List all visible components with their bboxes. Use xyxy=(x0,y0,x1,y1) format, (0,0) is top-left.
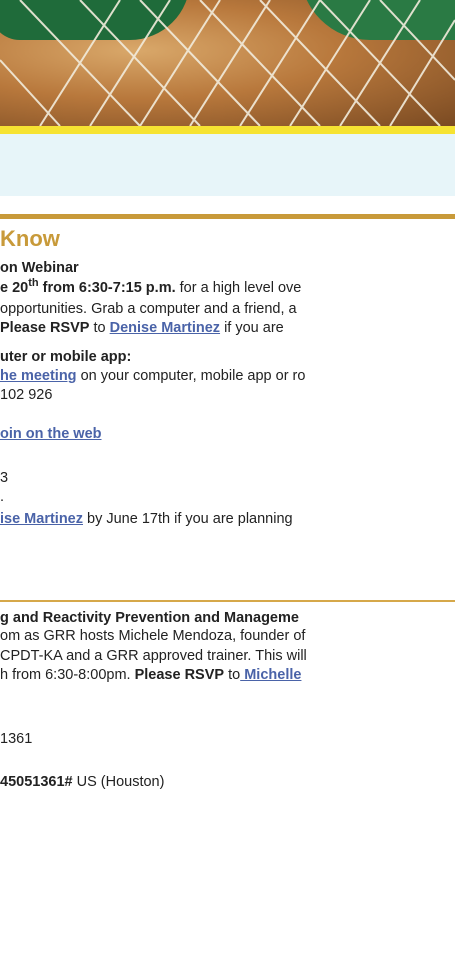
meeting-id: 102 926 xyxy=(0,387,53,403)
workshop-phone-id: 1361 xyxy=(0,731,33,747)
webinar-date-line: e 20th from 6:30-7:15 p.m. for a high le… xyxy=(0,277,302,296)
light-blue-band xyxy=(0,134,455,196)
join-on-web-link[interactable]: oin on the web xyxy=(0,426,102,442)
section-divider-top xyxy=(0,214,455,219)
workshop-rsvp-label: Please RSVP xyxy=(134,667,225,683)
webinar-line2: opportunities. Grab a computer and a fri… xyxy=(0,301,297,317)
workshop-title: g and Reactivity Prevention and Manageme xyxy=(0,610,299,626)
workshop-line3: h from 6:30-8:00pm. Please RSVP to Miche… xyxy=(0,667,302,683)
join-meeting-link[interactable]: he meeting xyxy=(0,368,77,384)
code-digit: 3 xyxy=(0,470,9,486)
webinar-date: e 20th from 6:30-7:15 p.m. xyxy=(0,277,176,296)
dial-line: 45051361# US (Houston) xyxy=(0,774,165,790)
workshop-line2: CPDT-KA and a GRR approved trainer. This… xyxy=(0,648,307,664)
hero-banner-image xyxy=(0,0,455,126)
net-pattern xyxy=(0,0,455,126)
meeting-line: he meeting on your computer, mobile app … xyxy=(0,368,306,384)
section-heading: Know xyxy=(0,226,60,251)
michelle-link[interactable]: Michelle xyxy=(240,667,301,683)
webinar-title: on Webinar xyxy=(0,260,79,276)
dot-text: . xyxy=(0,489,5,505)
computer-heading: uter or mobile app: xyxy=(0,349,132,365)
rsvp2-line: ise Martinez by June 17th if you are pla… xyxy=(0,511,293,527)
rsvp-label: Please RSVP xyxy=(0,320,90,336)
webinar-rsvp-line: Please RSVP to Denise Martinez if you ar… xyxy=(0,320,284,336)
web-join-line: oin on the web xyxy=(0,426,102,443)
workshop-line1: om as GRR hosts Michele Mendoza, founder… xyxy=(0,628,306,644)
denise-martinez-link[interactable]: Denise Martinez xyxy=(110,320,220,336)
denise-martinez-link-2[interactable]: ise Martinez xyxy=(0,511,83,527)
yellow-stripe xyxy=(0,126,455,134)
section-divider xyxy=(0,600,455,602)
